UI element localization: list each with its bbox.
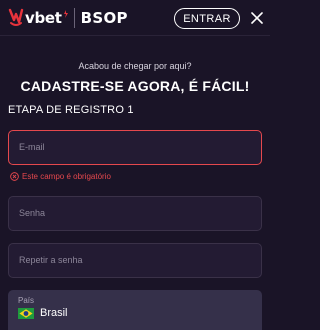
email-placeholder: E-mail [19, 142, 45, 152]
partner-logo-text: BSOP [80, 9, 128, 27]
form-subtitle: Acabou de chegar por aqui? [78, 61, 192, 71]
repeat-password-field[interactable]: Repetir a senha [8, 243, 262, 278]
close-button[interactable] [248, 9, 266, 27]
country-label: País [18, 296, 35, 305]
step-label: ETAPA DE REGISTRO 1 [8, 104, 134, 116]
close-icon [251, 12, 263, 24]
spark-icon [63, 10, 68, 18]
login-button[interactable]: ENTRAR [174, 8, 240, 29]
password-placeholder: Senha [19, 208, 46, 218]
brazil-flag-icon [18, 307, 34, 319]
logo-divider [73, 8, 75, 28]
email-error: Este campo é obrigatório [10, 172, 111, 181]
country-value: Brasil [40, 307, 68, 319]
form-headline: CADASTRE-SE AGORA, É FÁCIL! [20, 78, 250, 94]
country-value-row: Brasil [18, 307, 68, 319]
email-field[interactable]: E-mail [8, 130, 262, 165]
top-bar: vbet BSOP ENTRAR [0, 0, 270, 36]
vbet-logo-icon [8, 8, 24, 26]
error-icon [10, 172, 19, 181]
country-select[interactable]: País Brasil [8, 290, 262, 330]
password-field[interactable]: Senha [8, 196, 262, 231]
repeat-password-placeholder: Repetir a senha [19, 255, 83, 265]
logo-text: vbet [25, 9, 62, 27]
logo[interactable]: vbet BSOP [8, 7, 128, 29]
email-error-text: Este campo é obrigatório [22, 172, 111, 181]
